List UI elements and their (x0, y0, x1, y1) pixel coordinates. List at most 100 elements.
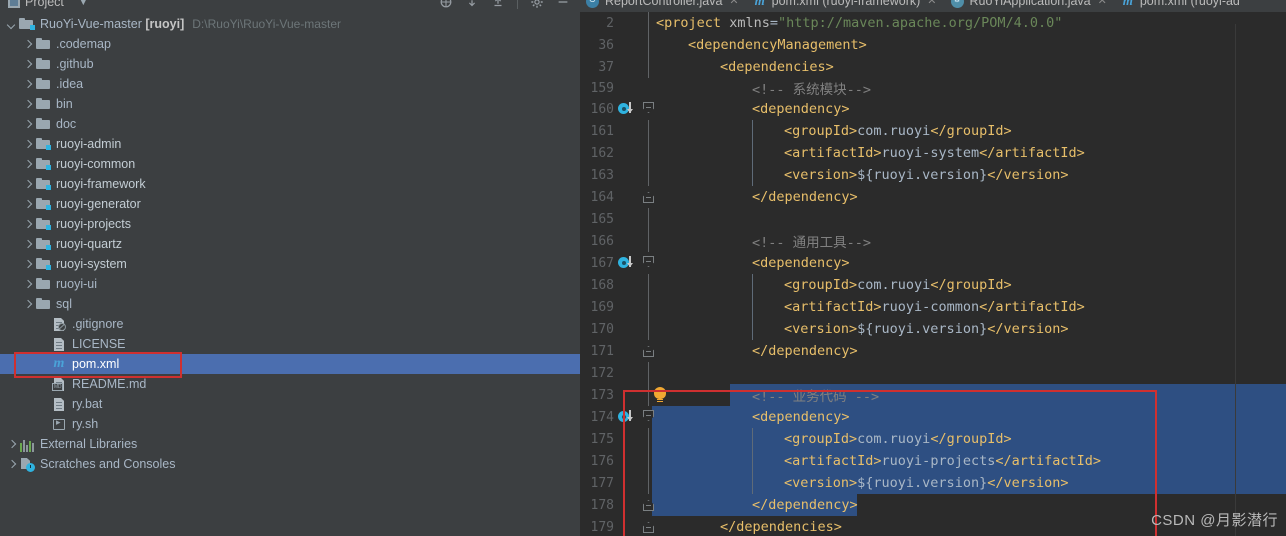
code-fold-column[interactable] (642, 318, 656, 340)
tree-row-ry-bat[interactable]: ry.bat (0, 394, 580, 414)
close-icon[interactable]: ✕ (729, 0, 738, 7)
tree-row-label: ry.sh (72, 417, 99, 431)
hide-icon[interactable] (556, 0, 570, 9)
tree-row-sql[interactable]: sql (0, 294, 580, 314)
chevron-right-icon[interactable] (22, 79, 33, 90)
tree-row-bin[interactable]: bin (0, 94, 580, 114)
chevron-right-icon[interactable] (22, 139, 33, 150)
tree-row-ruoyi-projects[interactable]: ruoyi-projects (0, 214, 580, 234)
close-icon[interactable]: ✕ (1098, 0, 1107, 7)
tree-row-label: ruoyi-framework (56, 177, 146, 191)
code-fold-column[interactable] (642, 494, 656, 516)
locate-icon[interactable] (439, 0, 453, 9)
tree-row--gitignore[interactable]: .gitignore (0, 314, 580, 334)
expand-all-icon[interactable] (491, 0, 505, 9)
tree-row-ry-sh[interactable]: ry.sh (0, 414, 580, 434)
code-fold-column[interactable] (642, 450, 656, 472)
tree-row-license[interactable]: LICENSE (0, 334, 580, 354)
editor-tab-pom-xml-ruoyi-ad[interactable]: m pom.xml (ruoyi-ad (1115, 0, 1248, 12)
tree-row--idea[interactable]: .idea (0, 74, 580, 94)
chevron-right-icon[interactable] (22, 119, 33, 130)
module-folder-icon (35, 156, 51, 172)
close-icon[interactable]: ✕ (927, 0, 936, 7)
code-content[interactable]: 2 <project xmlns="http://maven.apache.org… (580, 12, 1286, 536)
code-fold-column[interactable] (642, 78, 656, 98)
code-fold-column[interactable] (642, 120, 656, 142)
code-fold-column[interactable] (642, 34, 656, 56)
gear-icon[interactable] (530, 0, 544, 9)
navigate-down-icon[interactable] (627, 410, 632, 421)
tree-row-label: LICENSE (72, 337, 126, 351)
chevron-right-icon[interactable] (6, 459, 17, 470)
navigate-down-icon[interactable] (627, 102, 632, 113)
code-fold-column[interactable] (642, 164, 656, 186)
chevron-right-icon[interactable] (22, 99, 33, 110)
code-fold-column[interactable] (642, 208, 656, 230)
tree-row-ruoyi-system[interactable]: ruoyi-system (0, 254, 580, 274)
code-fold-column[interactable] (642, 516, 656, 536)
code-token: </version> (987, 321, 1069, 337)
code-token: com.ruoyi (857, 431, 931, 447)
chevron-right-icon[interactable] (22, 239, 33, 250)
code-fold-column[interactable] (642, 142, 656, 164)
code-fold-column[interactable] (642, 340, 656, 362)
chevron-right-icon[interactable] (22, 199, 33, 210)
tree-row--github[interactable]: .github (0, 54, 580, 74)
editor-tab-ruoyiapplication-java[interactable]: RuoYiApplication.java ✕ (945, 0, 1115, 12)
code-fold-column[interactable] (642, 12, 656, 34)
tree-row-ruoyi-ui[interactable]: ruoyi-ui (0, 274, 580, 294)
code-fold-column[interactable] (642, 98, 656, 120)
chevron-right-icon[interactable] (22, 259, 33, 270)
tree-row-pom-xml[interactable]: m pom.xml (0, 354, 580, 374)
collapse-all-icon[interactable] (465, 0, 479, 9)
chevron-right-icon[interactable] (6, 439, 17, 450)
tree-row-ruoyi-framework[interactable]: ruoyi-framework (0, 174, 580, 194)
code-fold-column[interactable] (642, 362, 656, 384)
chevron-right-icon[interactable] (22, 59, 33, 70)
chevron-right-icon[interactable] (22, 279, 33, 290)
code-token: </groupId> (930, 123, 1012, 139)
editor-gutter: 36 (580, 34, 656, 56)
editor-tab-pom-xml-ruoyi-framework-[interactable]: m pom.xml (ruoyi-framework) ✕ (747, 0, 945, 12)
indent-guide (752, 274, 753, 340)
code-line: 166 <!-- 通用工具--> (580, 230, 1286, 252)
tree-row-doc[interactable]: doc (0, 114, 580, 134)
code-fold-column[interactable] (642, 186, 656, 208)
navigate-down-icon[interactable] (627, 256, 632, 267)
code-fold-column[interactable] (642, 472, 656, 494)
editor-tab-reportcontroller-java[interactable]: ReportController.java ✕ (580, 0, 747, 12)
editor-tab-label: RuoYiApplication.java (969, 0, 1091, 8)
tree-row-readme-md[interactable]: MD README.md (0, 374, 580, 394)
chevron-right-icon[interactable] (22, 299, 33, 310)
tree-row-project-root[interactable]: RuoYi-Vue-master [ruoyi] D:\RuoYi\RuoYi-… (0, 14, 580, 34)
chevron-right-icon[interactable] (22, 39, 33, 50)
code-fold-column[interactable] (642, 384, 656, 406)
tree-row-scratches-and-consoles[interactable]: Scratches and Consoles (0, 454, 580, 474)
tree-row-ruoyi-generator[interactable]: ruoyi-generator (0, 194, 580, 214)
code-fold-column[interactable] (642, 274, 656, 296)
tree-row-ruoyi-common[interactable]: ruoyi-common (0, 154, 580, 174)
code-fold-column[interactable] (642, 252, 656, 274)
chevron-right-icon[interactable] (22, 159, 33, 170)
code-fold-column[interactable] (642, 56, 656, 78)
code-text: <dependency> (656, 252, 1286, 274)
project-tree[interactable]: RuoYi-Vue-master [ruoyi] D:\RuoYi\RuoYi-… (0, 12, 580, 536)
fold-guide-line (648, 56, 649, 78)
tree-row--codemap[interactable]: .codemap (0, 34, 580, 54)
code-text: <dependency> (656, 98, 1286, 120)
tree-row-label: README.md (72, 377, 147, 391)
chevron-down-icon[interactable] (6, 19, 17, 30)
chevron-down-icon[interactable]: ▼ (79, 0, 88, 7)
tab-project[interactable]: Project ▼ (8, 0, 88, 9)
code-fold-column[interactable] (642, 428, 656, 450)
tree-row-ruoyi-quartz[interactable]: ruoyi-quartz (0, 234, 580, 254)
fold-minus (646, 197, 651, 198)
code-fold-column[interactable] (642, 230, 656, 252)
tree-row-ruoyi-admin[interactable]: ruoyi-admin (0, 134, 580, 154)
chevron-right-icon[interactable] (22, 179, 33, 190)
tree-row-external-libraries[interactable]: External Libraries (0, 434, 580, 454)
chevron-right-icon[interactable] (22, 219, 33, 230)
code-fold-column[interactable] (642, 296, 656, 318)
code-fold-column[interactable] (642, 406, 656, 428)
